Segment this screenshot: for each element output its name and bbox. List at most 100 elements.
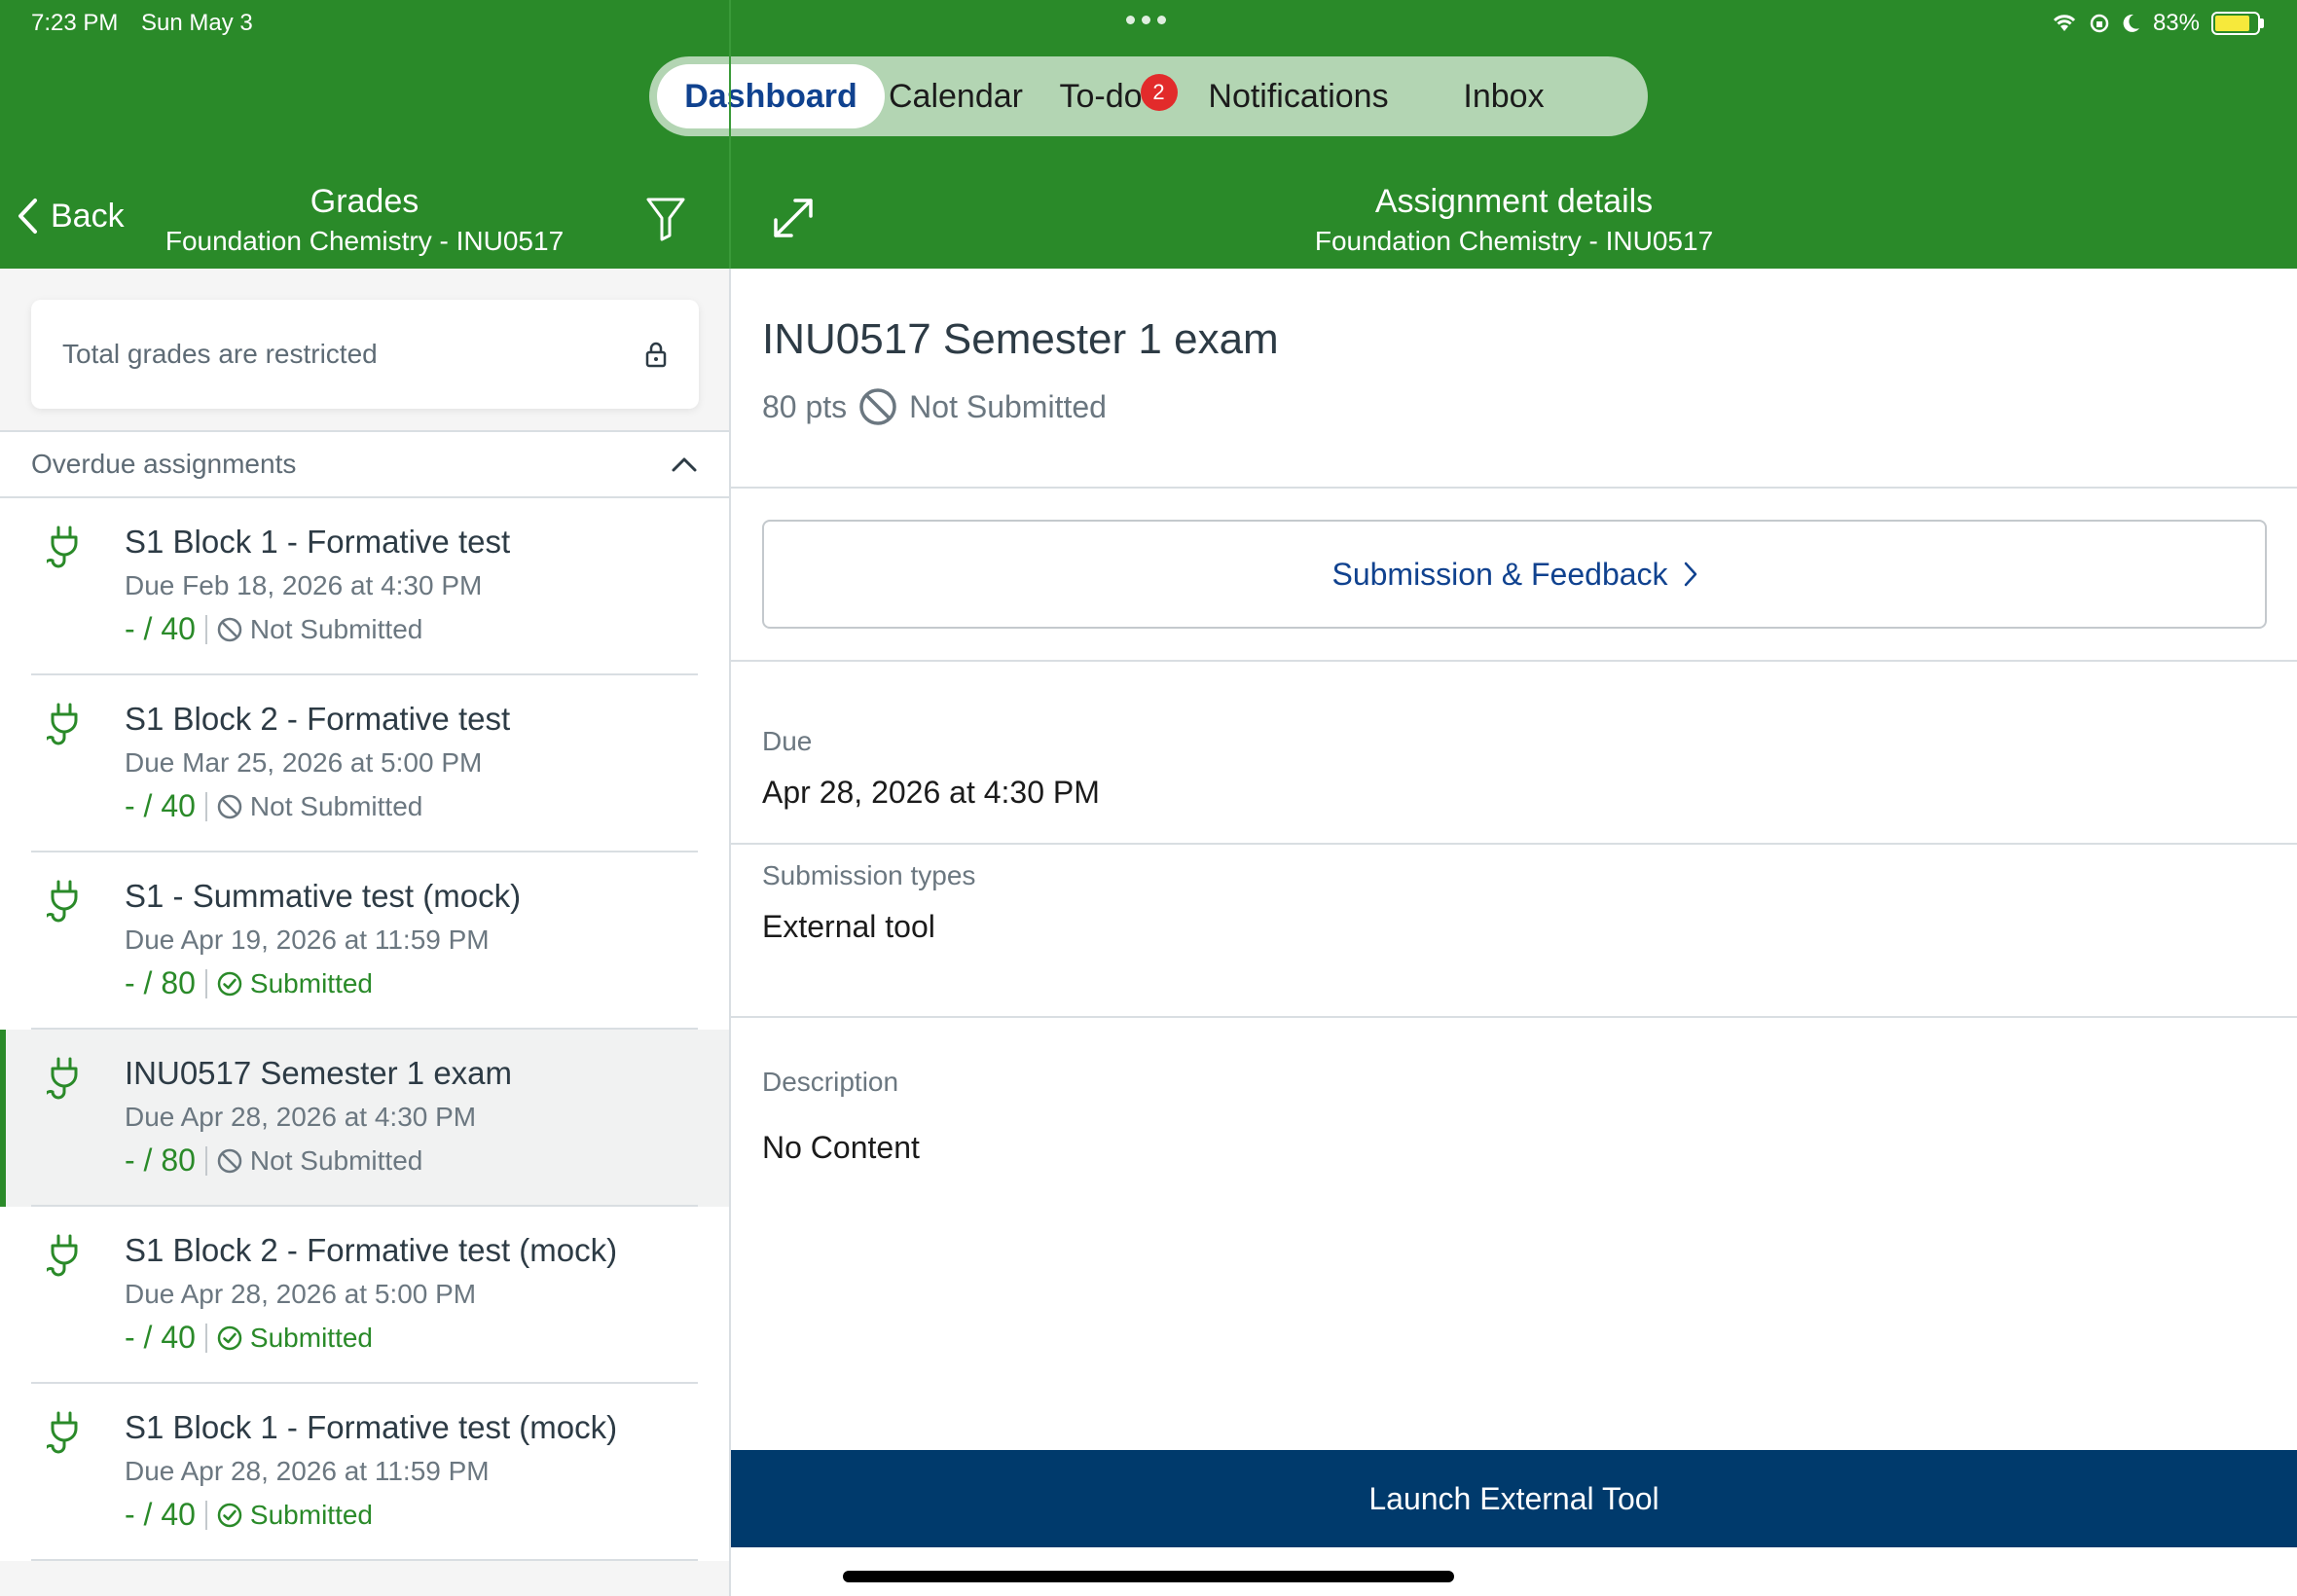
- not-submitted-icon: [217, 794, 242, 819]
- main-tab-bar: Dashboard Calendar To-do 2 Notifications…: [649, 56, 1648, 136]
- assignment-nav-bar: Assignment details Foundation Chemistry …: [731, 175, 2297, 269]
- multitasking-dots-icon[interactable]: [1126, 16, 1166, 24]
- detail-title: Assignment details: [1374, 183, 1654, 220]
- submission-types-label: Submission types: [762, 860, 976, 890]
- submission-feedback-label: Submission & Feedback: [1331, 556, 1668, 592]
- wifi-icon: [2053, 15, 2076, 31]
- assignment-row[interactable]: S1 Block 2 - Formative test Due Mar 25, 2…: [0, 675, 729, 852]
- assignment-row[interactable]: S1 - Summative test (mock) Due Apr 19, 20…: [0, 852, 729, 1030]
- not-submitted-icon: [217, 617, 242, 642]
- home-indicator[interactable]: [843, 1571, 1454, 1582]
- tab-label: Inbox: [1463, 77, 1545, 115]
- external-tool-plug-icon: [43, 526, 86, 577]
- battery-percent: 83%: [2152, 10, 2200, 36]
- launch-external-tool-button[interactable]: Launch External Tool: [731, 1450, 2297, 1547]
- separator: [204, 614, 207, 644]
- status-bar: 7:23 PM Sun May 3 83%: [0, 10, 2297, 49]
- tab-inbox[interactable]: Inbox: [1422, 64, 1586, 128]
- tab-label: Notifications: [1208, 77, 1389, 115]
- status-text: Submitted: [249, 1499, 373, 1530]
- tab-calendar[interactable]: Calendar: [885, 64, 1027, 128]
- assignment-title: INU0517 Semester 1 exam: [762, 315, 1279, 363]
- assignment-row-status: - / 40 Not Submitted: [125, 611, 729, 647]
- filter-button[interactable]: [645, 197, 686, 246]
- status-text: Not Submitted: [249, 1144, 423, 1176]
- assignment-row-due: Due Apr 28, 2026 at 5:00 PM: [125, 1279, 477, 1309]
- separator: [204, 968, 207, 998]
- split-divider-top: [729, 0, 731, 269]
- submitted-check-icon: [217, 1325, 242, 1351]
- detail-course-subtitle: Foundation Chemistry - INU0517: [1314, 226, 1714, 256]
- grades-panel: Total grades are restricted Overdue assi…: [0, 269, 729, 1596]
- tab-label: To-do: [1059, 77, 1143, 115]
- todo-count-badge: 2: [1140, 73, 1178, 111]
- assignment-row[interactable]: INU0517 Semester 1 exam Due Apr 28, 2026 …: [0, 1030, 729, 1207]
- separator: [204, 1500, 207, 1530]
- orientation-lock-icon: [2090, 14, 2109, 33]
- assignment-row-status: - / 40 Not Submitted: [125, 788, 729, 824]
- divider: [731, 843, 2297, 845]
- chevron-right-icon: [1684, 562, 1696, 587]
- separator: [204, 791, 207, 821]
- score: - / 40: [125, 1497, 196, 1532]
- course-subtitle: Foundation Chemistry - INU0517: [164, 226, 565, 256]
- status-time: 7:23 PM: [31, 10, 119, 36]
- not-submitted-icon: [859, 388, 896, 425]
- tab-dashboard[interactable]: Dashboard: [657, 64, 885, 128]
- assignment-row-status: - / 80 Not Submitted: [125, 1143, 729, 1179]
- assignment-row-title: S1 - Summative test (mock): [125, 878, 522, 914]
- assignment-row-due: Due Apr 19, 2026 at 11:59 PM: [125, 925, 490, 955]
- assignment-detail-panel: INU0517 Semester 1 exam 80 pts Not Submi…: [731, 269, 2297, 1596]
- points: 80 pts: [762, 388, 848, 424]
- launch-label: Launch External Tool: [1368, 1480, 1659, 1516]
- assignment-row-title: S1 Block 2 - Formative test: [125, 701, 511, 737]
- assignment-row-title: S1 Block 1 - Formative test (mock): [125, 1409, 618, 1445]
- battery-icon: [2211, 12, 2260, 35]
- external-tool-plug-icon: [43, 1057, 86, 1108]
- assignment-row-due: Due Feb 18, 2026 at 4:30 PM: [125, 570, 483, 600]
- assignment-row-due: Due Mar 25, 2026 at 5:00 PM: [125, 747, 483, 778]
- submission-status: Not Submitted: [909, 388, 1107, 424]
- score: - / 80: [125, 965, 196, 1000]
- status-indicators: 83%: [2052, 10, 2264, 37]
- not-submitted-icon: [217, 1148, 242, 1174]
- status-text: Not Submitted: [249, 790, 423, 821]
- divider: [731, 1016, 2297, 1018]
- status-text: Not Submitted: [249, 613, 423, 644]
- total-grades-card: Total grades are restricted: [31, 300, 699, 409]
- assignment-meta: 80 pts Not Submitted: [762, 387, 1107, 426]
- separator: [204, 1145, 207, 1176]
- description-label: Description: [762, 1067, 899, 1097]
- external-tool-plug-icon: [43, 1234, 86, 1286]
- tab-label-wrap: To-do 2: [1059, 73, 1178, 116]
- score: - / 40: [125, 1320, 196, 1355]
- chevron-up-icon: [672, 457, 697, 472]
- due-value: Apr 28, 2026 at 4:30 PM: [762, 775, 1100, 810]
- assignment-row-title: INU0517 Semester 1 exam: [125, 1055, 513, 1091]
- submission-feedback-button[interactable]: Submission & Feedback: [762, 520, 2267, 629]
- assignment-row-title: S1 Block 2 - Formative test (mock): [125, 1232, 618, 1268]
- grades-nav-bar: Back Grades Foundation Chemistry - INU05…: [0, 175, 729, 269]
- assignment-row-title: S1 Block 1 - Formative test: [125, 524, 511, 560]
- tab-label: Dashboard: [684, 77, 857, 115]
- assignment-row-due: Due Apr 28, 2026 at 4:30 PM: [125, 1102, 477, 1132]
- top-header: 7:23 PM Sun May 3 83% Dashboard Calendar…: [0, 0, 2297, 269]
- overdue-section-header[interactable]: Overdue assignments: [0, 430, 729, 498]
- status-text: Submitted: [249, 1322, 373, 1353]
- tab-notifications[interactable]: Notifications: [1175, 64, 1422, 128]
- external-tool-plug-icon: [43, 880, 86, 931]
- assignment-row[interactable]: S1 Block 1 - Formative test (mock) Due Ap…: [0, 1384, 729, 1561]
- filter-icon: [646, 198, 685, 241]
- assignment-list: S1 Block 1 - Formative test Due Feb 18, 2…: [0, 498, 729, 1561]
- assignment-row[interactable]: S1 Block 1 - Formative test Due Feb 18, 2…: [0, 498, 729, 675]
- restricted-text: Total grades are restricted: [62, 339, 378, 369]
- assignment-row-due: Due Apr 28, 2026 at 11:59 PM: [125, 1456, 490, 1486]
- assignment-row[interactable]: S1 Block 2 - Formative test (mock) Due Ap…: [0, 1207, 729, 1384]
- submission-types-value: External tool: [762, 909, 935, 944]
- lock-icon: [645, 342, 667, 368]
- moon-icon: [2123, 14, 2139, 32]
- submitted-check-icon: [217, 1503, 242, 1528]
- tab-todo[interactable]: To-do 2: [1027, 64, 1178, 128]
- page-title: Grades: [310, 183, 419, 220]
- score: - / 80: [125, 1143, 196, 1178]
